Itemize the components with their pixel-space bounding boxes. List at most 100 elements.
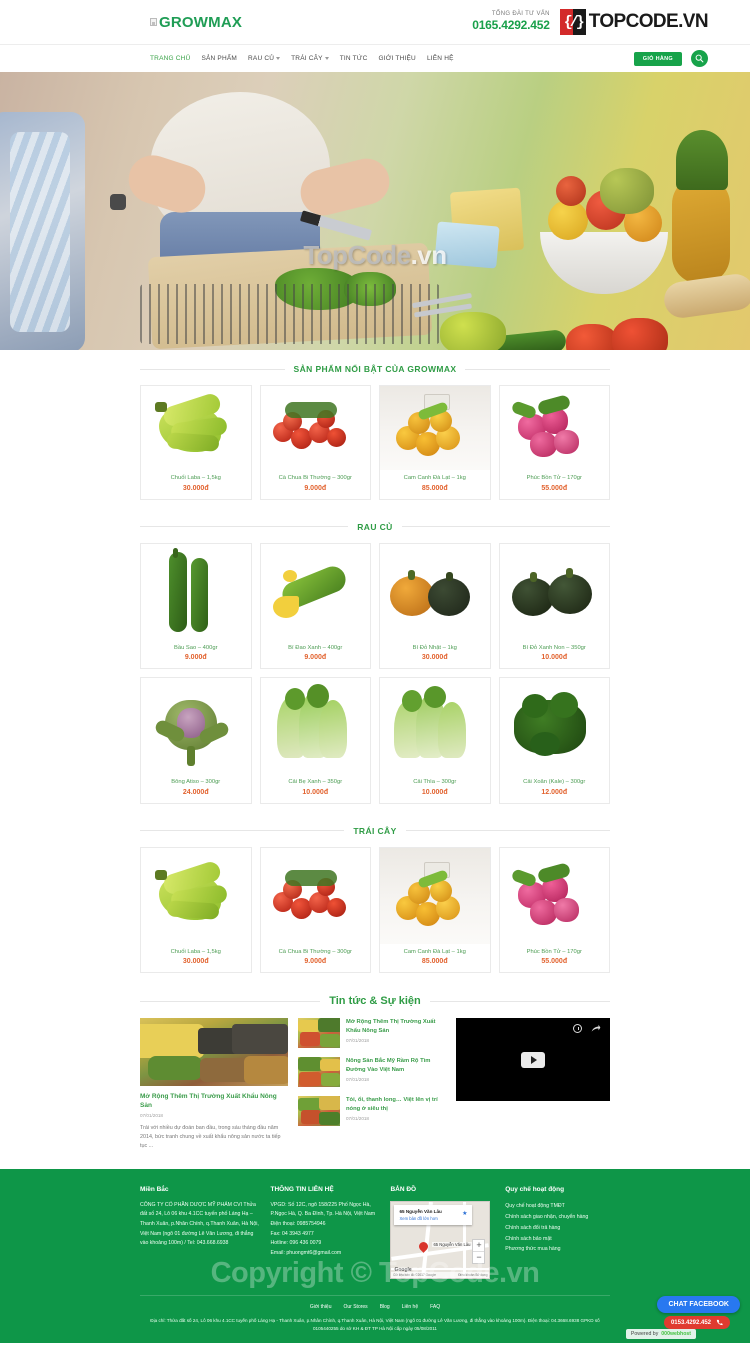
nav-item-trai-cay[interactable]: TRÁI CÂY [291, 55, 329, 62]
star-icon[interactable]: ★ [462, 1210, 467, 1217]
cart-button[interactable]: GIỎ HÀNG [633, 51, 682, 66]
header-right: TỔNG ĐÀI TƯ VẤN 0165.4292.452 {/} TOPCOD… [472, 9, 730, 35]
footer-col1-body: CÔNG TY CỔ PHẦN DƯỢC MỸ PHẨM CVI Thửa đấ… [140, 1201, 259, 1247]
footer-contact-phone: Điện thoại: 0985754946 [270, 1221, 326, 1228]
product-price: 30.000đ [182, 958, 209, 966]
policy-link-tmdt[interactable]: Quy chế hoạt động TMĐT [505, 1201, 610, 1212]
nav-list: TRANG CHỦ SẢN PHẨM RAU CỦ TRÁI CÂY TIN T… [20, 55, 454, 62]
footer-link-our-stores[interactable]: Our Stores [344, 1304, 368, 1310]
chevron-down-icon [324, 57, 329, 60]
product-card[interactable]: Bông Atiso – 300gr 24.000đ [140, 677, 252, 804]
product-card[interactable]: Chuối Laba – 1,5kg 30.000đ [140, 846, 252, 974]
site-logo[interactable]: GROWMAX [150, 14, 330, 31]
product-name: Phúc Bồn Tử – 170gr [526, 948, 582, 955]
google-map[interactable]: 65 Nguyễn Văn Lâu Xem bản đồ lớn hơn ★ 6… [390, 1200, 491, 1279]
product-card[interactable]: Cà Chua Bi Thường – 300gr 9.000đ [259, 385, 371, 500]
product-card[interactable]: Cải Xoăn (Kale) – 300gr 12.000đ [498, 677, 610, 804]
product-card[interactable]: Bí Đỏ Xanh Non – 350gr 10.000đ [498, 542, 610, 670]
map-attribution: Dữ liệu bản đồ ©2017 Google Điều khoản S… [391, 1271, 490, 1278]
nav-item-gioi-thieu[interactable]: GIỚI THIỆU [379, 55, 416, 62]
product-card[interactable]: Bí Đao Xanh – 400gr 9.000đ [259, 542, 371, 670]
vegetables-section-title: RAU CỦ [357, 521, 393, 532]
featured-products-section: SẢN PHẨM NỔI BẬT CỦA GROWMAX Chuối Laba … [140, 350, 610, 500]
map-view-larger-link[interactable]: Xem bản đồ lớn hơn [399, 1216, 467, 1221]
fruit-product-grid: Chuối Laba – 1,5kg 30.000đ Cà Chua Bi Th… [140, 846, 610, 974]
nav-item-rau-cu[interactable]: RAU CỦ [248, 55, 281, 62]
product-card[interactable]: Cải Thìa – 300gr 10.000đ [379, 677, 491, 804]
news-list-item[interactable]: Tỏi, ổi, thanh long… Việt lên vị trí nón… [298, 1096, 446, 1127]
logo-area[interactable]: GROWMAX [20, 14, 330, 31]
product-name: Cải Bẹ Xanh – 350gr [288, 779, 343, 786]
product-image [499, 386, 609, 470]
product-info: Bí Đỏ Nhật – 1kg 30.000đ [380, 640, 490, 669]
play-button[interactable] [521, 1051, 545, 1068]
product-image [141, 543, 251, 640]
hero-banner: TopCode.vn [0, 72, 750, 350]
product-card[interactable]: Cải Bẹ Xanh – 350gr 10.000đ [259, 677, 371, 804]
product-info: Chuối Laba – 1,5kg 30.000đ [141, 470, 251, 499]
product-image [141, 678, 251, 775]
nav-label: TRÁI CÂY [291, 55, 323, 62]
product-card[interactable]: Cam Canh Đà Lạt – 1kg 85.000đ [379, 385, 491, 500]
share-icon[interactable] [591, 1024, 601, 1033]
topcode-code: CODE [625, 11, 679, 32]
footer-link-blog[interactable]: Blog [380, 1304, 390, 1310]
map-info-card[interactable]: 65 Nguyễn Văn Lâu Xem bản đồ lớn hơn ★ [394, 1204, 473, 1225]
product-info: Cải Thìa – 300gr 10.000đ [380, 774, 490, 803]
news-thumbnail [298, 1057, 340, 1088]
news-featured-article[interactable]: Mở Rộng Thêm Thị Trường Xuất Khẩu Nông S… [140, 1018, 288, 1151]
divider-left [140, 1000, 321, 1002]
footer-inner: Miền Bắc CÔNG TY CỔ PHẦN DƯỢC MỸ PHẨM CV… [140, 1185, 610, 1343]
phone-call-widget[interactable]: 0153.4292.452 [663, 1316, 730, 1330]
news-item-date: 07/01/2018 [346, 1076, 369, 1082]
broken-image-icon [150, 18, 157, 26]
footer-contact-hotline: Hotline: 096 436 0079 [270, 1240, 322, 1247]
divider-right [429, 1000, 610, 1002]
news-list-item[interactable]: Nông Sản Bắc Mỹ Rầm Rộ Tìm Đường Vào Việ… [298, 1057, 446, 1088]
product-card[interactable]: Cà Chua Bi Thường – 300gr 9.000đ [259, 846, 371, 974]
product-price: 12.000đ [541, 788, 568, 796]
nav-item-lien-he[interactable]: LIÊN HỆ [427, 55, 454, 62]
footer-link-faq[interactable]: FAQ [430, 1304, 440, 1310]
map-zoom-out-button[interactable]: − [473, 1250, 485, 1263]
featured-section-title: SẢN PHẨM NỔI BẬT CỦA GROWMAX [293, 364, 457, 374]
product-image [260, 678, 370, 775]
powered-by-badge[interactable]: Powered by 000webhost [625, 1329, 696, 1340]
footer-bottom-links: Giới thiệu Our Stores Blog Liên hệ FAQ [140, 1304, 610, 1310]
product-card[interactable]: Bí Đỏ Nhật – 1kg 30.000đ [379, 542, 491, 670]
product-card[interactable]: Cam Canh Đà Lạt – 1kg 85.000đ [379, 846, 491, 974]
product-name: Cam Canh Đà Lạt – 1kg [403, 948, 466, 955]
map-zoom-controls[interactable]: + − [472, 1238, 486, 1264]
footer-contact-email[interactable]: Email: phuongmt6@gmail.com [270, 1249, 380, 1259]
product-name: Cải Xoăn (Kale) – 300gr [523, 779, 586, 786]
policy-link-delivery[interactable]: Chính sách giao nhận, chuyển hàng [505, 1212, 610, 1223]
vegetable-product-grid-row1: Bầu Sao – 400gr 9.000đ Bí Đao Xanh – 400… [140, 542, 610, 670]
policy-link-returns[interactable]: Chính sách đổi trả hàng [505, 1223, 610, 1234]
product-image [380, 847, 490, 944]
news-list-item[interactable]: Mở Rộng Thêm Thị Trường Xuất Khẩu Nông S… [298, 1018, 446, 1049]
policy-link-privacy[interactable]: Chính sách bảo mật [505, 1234, 610, 1245]
product-card[interactable]: Bầu Sao – 400gr 9.000đ [140, 542, 252, 670]
nav-item-san-pham[interactable]: SẢN PHẨM [201, 55, 237, 62]
map-attrib-right[interactable]: Điều khoản Sử dụng [458, 1273, 487, 1277]
watch-later-icon[interactable] [573, 1024, 582, 1034]
product-image [260, 386, 370, 470]
topcode-logo[interactable]: {/} TOPCODE.VN [559, 9, 709, 35]
chat-facebook-button[interactable]: CHAT FACEBOOK [657, 1296, 740, 1314]
nav-item-trang-chu[interactable]: TRANG CHỦ [150, 55, 190, 62]
policy-link-payment[interactable]: Phương thức mua hàng [505, 1244, 610, 1255]
video-player[interactable] [456, 1018, 610, 1102]
footer-link-gioi-thieu[interactable]: Giới thiệu [310, 1304, 332, 1310]
map-zoom-in-button[interactable]: + [473, 1240, 484, 1251]
news-section: Tin tức & Sự kiện Mở Rộng Thêm Thị Trườn… [140, 981, 610, 1169]
footer-link-lien-he[interactable]: Liên hệ [402, 1304, 418, 1310]
product-card[interactable]: Phúc Bồn Tử – 170gr 55.000đ [498, 846, 610, 974]
search-icon[interactable] [691, 50, 708, 67]
product-card[interactable]: Chuối Laba – 1,5kg 30.000đ [140, 385, 252, 500]
product-name: Bí Đao Xanh – 400gr [288, 644, 343, 651]
nav-item-tin-tuc[interactable]: TIN TỨC [340, 55, 368, 62]
product-card[interactable]: Phúc Bồn Tử – 170gr 55.000đ [498, 385, 610, 500]
hotline-number[interactable]: 0165.4292.452 [472, 18, 550, 33]
nav-label: SẢN PHẨM [201, 55, 238, 62]
map-pin-label: 65 Nguyễn Văn Lâu [432, 1241, 472, 1247]
